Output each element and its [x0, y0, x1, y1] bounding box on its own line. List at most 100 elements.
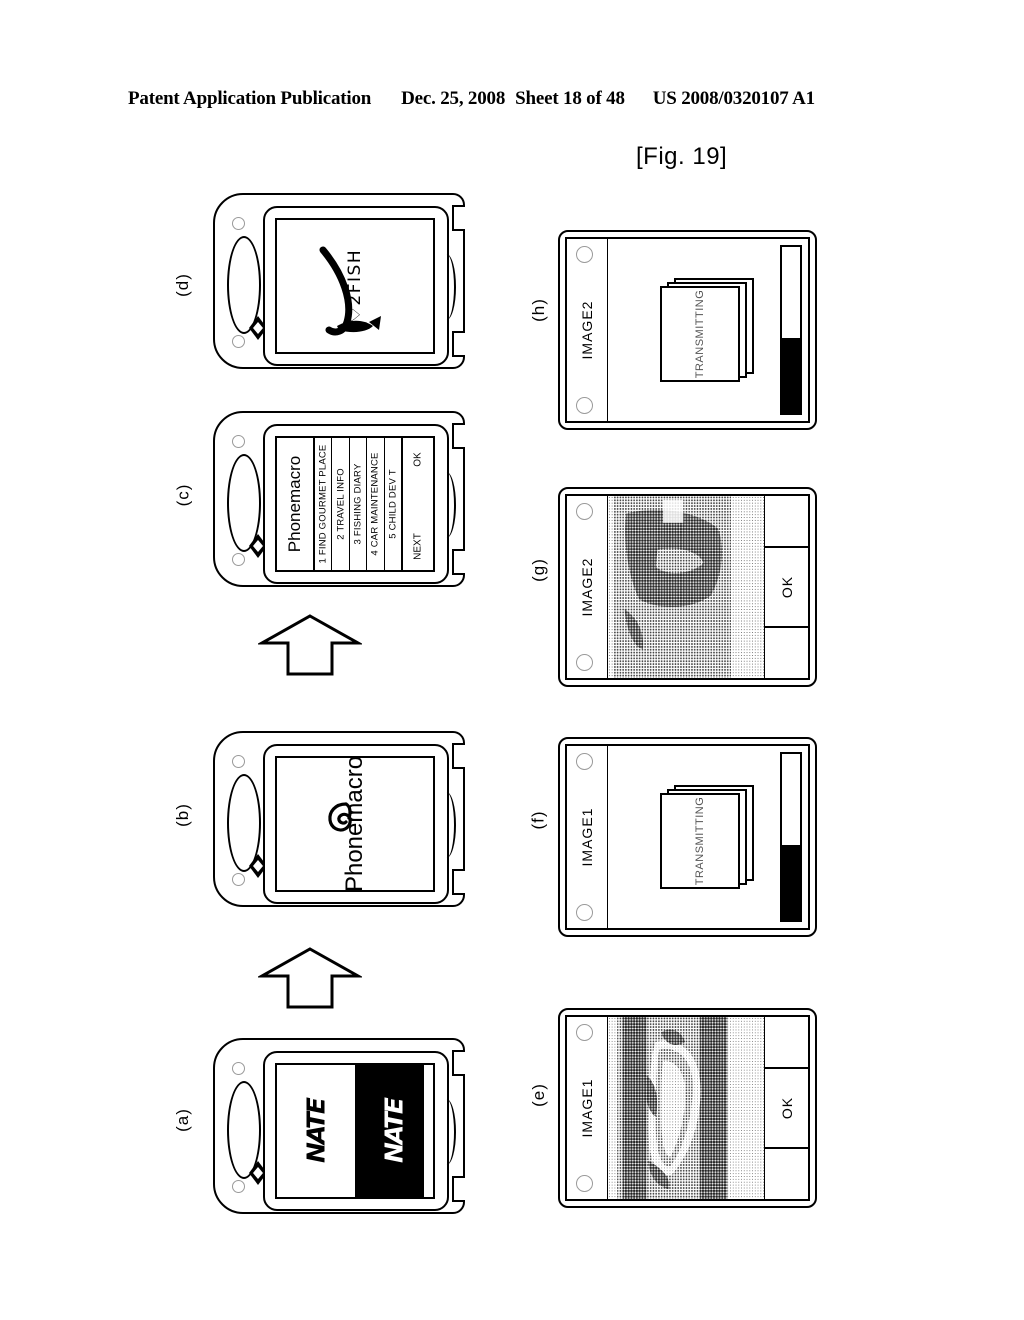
- corner-hole-icon: [576, 753, 593, 770]
- phone-bezel: Phonemacro 1 FIND GOURMET PLACE 2 TRAVEL…: [263, 424, 456, 584]
- phone-side-tab: [452, 423, 465, 449]
- softkey-bar: OK: [764, 496, 808, 678]
- phonemacro-splash: Phonemacro: [277, 758, 433, 890]
- softkey-next[interactable]: NEXT: [413, 533, 424, 560]
- phone-body: NATE NATE: [213, 1038, 465, 1214]
- phone-side-tab: [452, 331, 465, 357]
- nate-splash: NATE NATE: [277, 1065, 433, 1197]
- card-front: TRANSMITTING: [660, 286, 740, 382]
- menu-item-label: 4 CAR MAINTENANCE: [369, 452, 381, 556]
- softkey-ok-cell[interactable]: OK: [765, 1067, 808, 1149]
- transmitting-card-stack: TRANSMITTING: [660, 278, 756, 382]
- panel-titlebar: IMAGE2: [567, 496, 608, 678]
- phone-side-tab: [452, 743, 465, 769]
- nate-logo-dark: NATE: [301, 1098, 331, 1164]
- nate-panel-dark: NATE: [355, 1065, 433, 1197]
- header-sheet: Sheet 18 of 48: [515, 88, 625, 109]
- phone-a: NATE NATE: [205, 1035, 478, 1217]
- panel-title-text: IMAGE2: [579, 557, 595, 617]
- nate-logo-light: NATE: [379, 1098, 409, 1164]
- panel-content: OK: [608, 1017, 808, 1199]
- dpad-ring[interactable]: [227, 236, 267, 340]
- menu-item-label: 5 CHILD DEV T: [387, 469, 399, 539]
- phone-side-tab: [452, 1050, 465, 1076]
- corner-hole-icon: [576, 904, 593, 921]
- phone-bezel: ♡2FISH: [263, 206, 456, 366]
- device-panel-h: IMAGE2 TRANSMITTING: [558, 230, 817, 430]
- softkey-ok-label: OK: [778, 1096, 795, 1120]
- nate-margin: [277, 1065, 286, 1197]
- header-date: Dec. 25, 2008: [401, 88, 506, 109]
- speaker-hole-icon: [232, 435, 245, 448]
- speaker-hole-icon: [232, 1180, 245, 1193]
- panel-content: OK: [608, 496, 808, 678]
- phone-screen-d: ♡2FISH: [275, 218, 435, 354]
- panel-title-text: IMAGE2: [579, 300, 595, 360]
- panel-letter-a: (a): [173, 1108, 192, 1132]
- dpad-ring[interactable]: [227, 1081, 267, 1185]
- phone-screen-c: Phonemacro 1 FIND GOURMET PLACE 2 TRAVEL…: [275, 436, 435, 572]
- phone-c: Phonemacro 1 FIND GOURMET PLACE 2 TRAVEL…: [205, 408, 478, 590]
- softkey-ok[interactable]: OK: [413, 452, 424, 466]
- phonemacro-splash-title: Phonemacro: [341, 756, 368, 892]
- card-front: TRANSMITTING: [660, 793, 740, 889]
- photo-image2: [608, 496, 764, 678]
- corner-hole-icon: [576, 246, 593, 263]
- speaker-hole-icon: [232, 755, 245, 768]
- device-panel-f: IMAGE1 TRANSMITTING: [558, 737, 817, 937]
- panel-inner: IMAGE1 OK: [565, 1015, 810, 1201]
- menu-item-list: 1 FIND GOURMET PLACE 2 TRAVEL INFO 3 FIS…: [315, 438, 404, 570]
- phone-side-tab: [452, 1176, 465, 1202]
- phone-bezel: Phonemacro: [263, 744, 456, 904]
- speaker-hole-icon: [232, 335, 245, 348]
- softkey-ok-cell[interactable]: OK: [765, 546, 808, 628]
- phone-side-tab: [452, 869, 465, 895]
- phone-body: Phonemacro 1 FIND GOURMET PLACE 2 TRAVEL…: [213, 411, 465, 587]
- phone-side-tab: [452, 205, 465, 231]
- phone-bezel: NATE NATE: [263, 1051, 456, 1211]
- menu-item-4[interactable]: 4 CAR MAINTENANCE: [367, 438, 385, 570]
- arrow-up-icon: [256, 947, 364, 1009]
- softkey-ok-label: OK: [778, 575, 795, 599]
- transmit-progress-bar: [780, 245, 802, 415]
- phone-b: Phonemacro: [205, 728, 478, 910]
- header-patent-number: US 2008/0320107 A1: [652, 88, 815, 109]
- phonemacro-menu: Phonemacro 1 FIND GOURMET PLACE 2 TRAVEL…: [277, 438, 433, 570]
- photo-halftone: [608, 496, 764, 678]
- phone-body: Phonemacro: [213, 731, 465, 907]
- panel-content: TRANSMITTING: [608, 239, 808, 421]
- panel-letter-b: (b): [173, 803, 192, 827]
- corner-hole-icon: [576, 654, 593, 671]
- menu-item-2[interactable]: 2 TRAVEL INFO: [332, 438, 350, 570]
- dpad-ring[interactable]: [227, 454, 267, 558]
- panel-letter-c: (c): [172, 483, 192, 507]
- panel-titlebar: IMAGE1: [567, 1017, 608, 1199]
- device-panel-e: IMAGE1 OK: [558, 1008, 817, 1208]
- transmitting-label: TRANSMITTING: [694, 796, 706, 886]
- dpad-ring[interactable]: [227, 774, 267, 878]
- menu-item-label: 1 FIND GOURMET PLACE: [317, 444, 329, 564]
- menu-item-3[interactable]: 3 FISHING DIARY: [350, 438, 368, 570]
- photo-image1: [608, 1017, 764, 1199]
- arrow-a-to-b: [256, 945, 364, 1011]
- fish-logo-text: ♡2FISH: [345, 248, 365, 323]
- panel-letter-d: (d): [173, 273, 192, 297]
- panel-content: TRANSMITTING: [608, 746, 808, 928]
- speaker-hole-icon: [232, 217, 245, 230]
- transmit-progress-fill: [782, 845, 800, 920]
- panel-inner: IMAGE2 OK: [565, 494, 810, 680]
- corner-hole-icon: [576, 1175, 593, 1192]
- phone-body: ♡2FISH: [213, 193, 465, 369]
- panel-inner: IMAGE2 TRANSMITTING: [565, 237, 810, 423]
- transmitting-label: TRANSMITTING: [694, 289, 706, 379]
- page-header: Patent Application Publication Dec. 25, 2…: [0, 88, 1024, 110]
- arrow-up-icon: [256, 614, 364, 676]
- phone-screen-a: NATE NATE: [275, 1063, 435, 1199]
- menu-softkey-bar: NEXT OK: [403, 438, 433, 570]
- arrow-b-to-c: [256, 612, 364, 678]
- panel-titlebar: IMAGE2: [567, 239, 608, 421]
- menu-item-5[interactable]: 5 CHILD DEV T: [385, 438, 404, 570]
- speaker-hole-icon: [232, 1062, 245, 1075]
- menu-item-1[interactable]: 1 FIND GOURMET PLACE: [315, 438, 333, 570]
- phone-d: ♡2FISH: [205, 190, 478, 372]
